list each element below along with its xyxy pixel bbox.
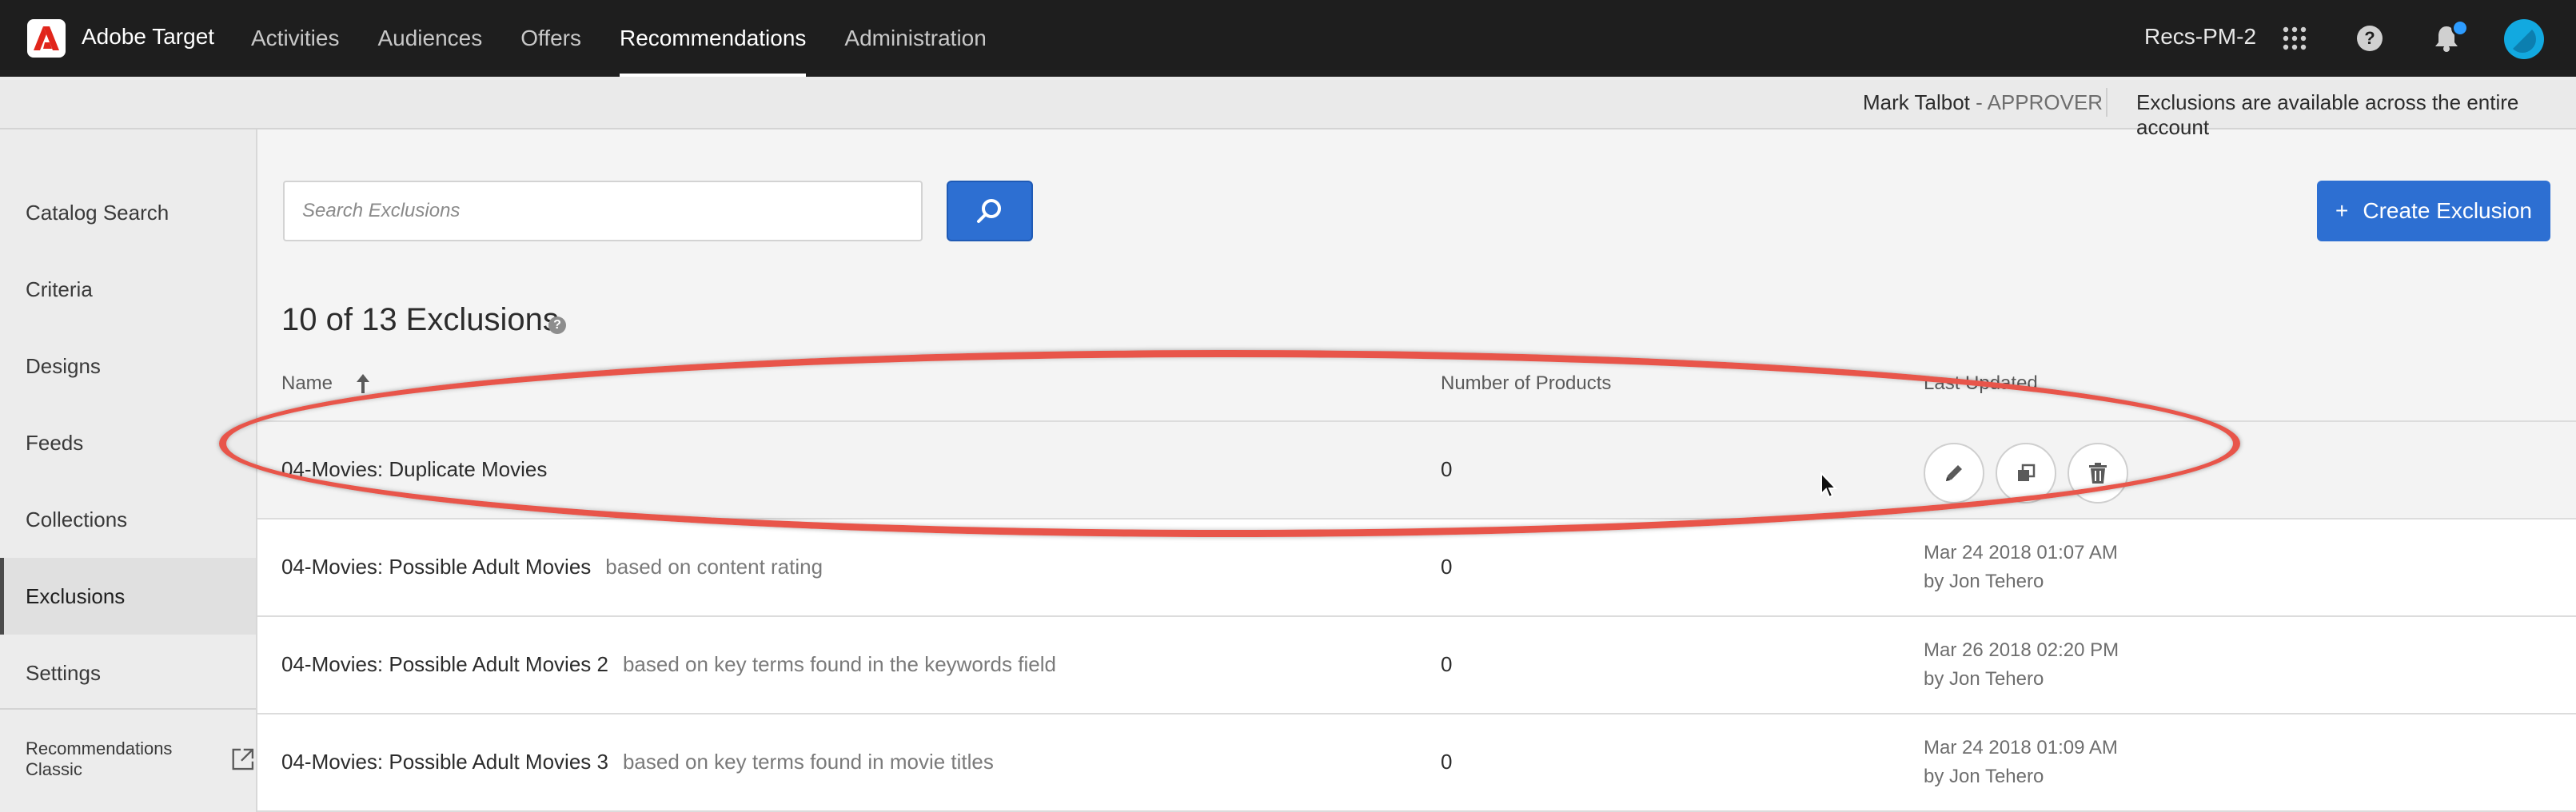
last-updated-by: by Jon Tehero xyxy=(1924,668,2044,690)
exclusion-name[interactable]: 04-Movies: Possible Adult Movies based on… xyxy=(281,555,823,579)
sidebar-item-collections[interactable]: Collections xyxy=(0,481,256,558)
exclusion-name-text: 04-Movies: Possible Adult Movies xyxy=(281,555,592,579)
mouse-cursor-icon xyxy=(1820,472,1838,499)
app-name[interactable]: Adobe Target xyxy=(82,24,214,50)
svg-text:?: ? xyxy=(2364,28,2375,48)
last-updated: Mar 26 2018 02:20 PM by Jon Tehero xyxy=(1924,636,2119,694)
trash-icon xyxy=(2089,463,2107,484)
nav-offers[interactable]: Offers xyxy=(520,0,581,77)
product-count: 0 xyxy=(1441,750,1453,774)
adobe-logo-icon[interactable] xyxy=(27,19,66,58)
last-updated-by: by Jon Tehero xyxy=(1924,571,2044,592)
search-input[interactable] xyxy=(283,181,923,241)
nav-audiences[interactable]: Audiences xyxy=(377,0,482,77)
search-button[interactable] xyxy=(947,181,1033,241)
exclusion-description: based on content rating xyxy=(605,555,823,579)
exclusion-name-text: 04-Movies: Possible Adult Movies 3 xyxy=(281,750,608,774)
sidebar-item-settings[interactable]: Settings xyxy=(0,635,256,711)
notification-dot xyxy=(2451,19,2469,37)
table-row[interactable]: 04-Movies: Duplicate Movies 0 xyxy=(257,422,2576,519)
sidebar-item-feeds[interactable]: Feeds xyxy=(0,404,256,481)
exclusion-name[interactable]: 04-Movies: Duplicate Movies xyxy=(281,457,547,482)
row-actions xyxy=(1924,443,2139,504)
table-row[interactable]: 04-Movies: Possible Adult Movies 2 based … xyxy=(257,617,2576,714)
delete-button[interactable] xyxy=(2068,443,2128,504)
user-avatar[interactable] xyxy=(2504,19,2544,59)
user-name: Mark Talbot xyxy=(1863,90,1970,114)
top-navigation-bar: Adobe Target Activities Audiences Offers… xyxy=(0,0,2576,77)
recommendations-classic-label: Recommendations Classic xyxy=(26,738,173,779)
main-nav: Activities Audiences Offers Recommendati… xyxy=(251,0,1025,77)
help-icon[interactable]: ? xyxy=(2354,22,2386,54)
create-exclusion-label: Create Exclusion xyxy=(2363,198,2532,223)
context-bar: Mark Talbot - APPROVER Exclusions are av… xyxy=(0,77,2576,139)
product-count: 0 xyxy=(1441,457,1453,481)
product-count: 0 xyxy=(1441,555,1453,579)
info-icon[interactable]: ? xyxy=(548,316,566,334)
create-exclusion-button[interactable]: + Create Exclusion xyxy=(2317,181,2550,241)
last-updated: Mar 24 2018 01:07 AM by Jon Tehero xyxy=(1924,539,2118,596)
exclusion-name[interactable]: 04-Movies: Possible Adult Movies 2 based … xyxy=(281,652,1056,677)
exclusion-description: based on key terms found in movie titles xyxy=(622,750,994,774)
copy-icon xyxy=(2018,464,2036,481)
user-role: Mark Talbot - APPROVER xyxy=(1863,90,2103,115)
sidebar-item-criteria[interactable]: Criteria xyxy=(0,251,256,328)
apps-grid-icon[interactable] xyxy=(2279,22,2311,54)
account-switcher[interactable]: Recs-PM-2 xyxy=(2144,24,2256,50)
role-separator: - xyxy=(1969,90,1988,114)
last-updated-date: Mar 26 2018 02:20 PM xyxy=(1924,639,2119,661)
exclusion-name[interactable]: 04-Movies: Possible Adult Movies 3 based … xyxy=(281,750,994,774)
sidebar-item-catalog-search[interactable]: Catalog Search xyxy=(0,174,256,251)
column-header-last-updated[interactable]: Last Updated xyxy=(1924,372,2038,395)
search-icon xyxy=(977,199,1001,223)
nav-activities[interactable]: Activities xyxy=(251,0,339,77)
pencil-icon xyxy=(1946,465,1962,481)
exclusions-scope-note: Exclusions are available across the enti… xyxy=(2136,90,2519,139)
nav-recommendations[interactable]: Recommendations xyxy=(619,0,807,77)
sidebar-item-exclusions[interactable]: Exclusions xyxy=(0,558,256,635)
column-header-name[interactable]: Name xyxy=(281,372,333,395)
last-updated: Mar 24 2018 01:09 AM by Jon Tehero xyxy=(1924,734,2118,791)
exclusion-name-text: 04-Movies: Possible Adult Movies 2 xyxy=(281,652,608,676)
table-row[interactable]: 04-Movies: Possible Adult Movies 3 based … xyxy=(257,714,2576,812)
sidebar: Catalog Search Criteria Designs Feeds Co… xyxy=(0,129,257,812)
external-link-icon xyxy=(232,748,254,770)
last-updated-date: Mar 24 2018 01:07 AM xyxy=(1924,542,2118,563)
last-updated-date: Mar 24 2018 01:09 AM xyxy=(1924,737,2118,758)
product-count: 0 xyxy=(1441,652,1453,676)
last-updated-by: by Jon Tehero xyxy=(1924,766,2044,787)
user-role-label: APPROVER xyxy=(1987,90,2103,114)
exclusion-description: based on key terms found in the keywords… xyxy=(622,652,1056,676)
divider xyxy=(2106,88,2107,117)
sidebar-item-designs[interactable]: Designs xyxy=(0,328,256,404)
column-header-products[interactable]: Number of Products xyxy=(1441,372,1611,395)
exclusion-name-text: 04-Movies: Duplicate Movies xyxy=(281,457,548,481)
plus-icon: + xyxy=(2335,198,2349,223)
nav-administration[interactable]: Administration xyxy=(844,0,986,77)
exclusions-count-title: 10 of 13 Exclusions xyxy=(281,302,559,337)
sort-ascending-icon[interactable] xyxy=(355,372,371,395)
sidebar-divider xyxy=(0,708,256,710)
edit-button[interactable] xyxy=(1924,443,1984,504)
recommendations-classic-link[interactable]: Recommendations Classic xyxy=(26,738,256,780)
copy-button[interactable] xyxy=(1996,443,2056,504)
table-row[interactable]: 04-Movies: Possible Adult Movies based on… xyxy=(257,519,2576,617)
